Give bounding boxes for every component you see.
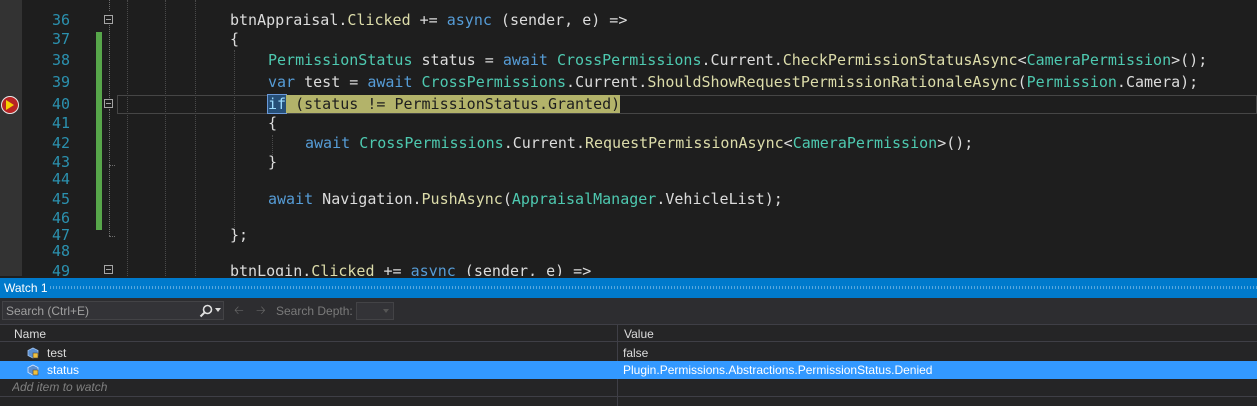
watch-window: 🡠 🡢 Search Depth: Name Value test false …	[0, 298, 1257, 406]
line-number: 45	[51, 190, 70, 208]
collapse-icon[interactable]	[104, 265, 113, 274]
code-line-41[interactable]: {	[268, 114, 277, 132]
search-box[interactable]	[2, 301, 224, 320]
code-line-49[interactable]: btnLogin.Clicked += async (sender, e) =>	[230, 262, 591, 276]
code-line-42[interactable]: await CrossPermissions.Current.RequestPe…	[305, 134, 973, 152]
indent-guide	[272, 135, 273, 155]
line-number: 49	[51, 262, 70, 276]
outline-line	[109, 166, 110, 236]
code-line-39[interactable]: var test = await CrossPermissions.Curren…	[268, 73, 1198, 91]
outline-line	[109, 25, 110, 98]
line-number: 46	[51, 209, 70, 227]
code-line-40-current-statement[interactable]: if (status != PermissionStatus.Granted)	[266, 94, 621, 114]
line-number: 43	[51, 153, 70, 171]
line-number: 36	[51, 11, 70, 29]
column-header-name[interactable]: Name	[14, 326, 46, 342]
outline-line	[109, 109, 110, 165]
add-item-to-watch-input[interactable]	[12, 379, 572, 395]
watch-header-row: Name Value	[0, 324, 1257, 342]
glyph-margin[interactable]	[0, 0, 22, 276]
line-number: 37	[51, 30, 70, 48]
collapse-icon[interactable]	[104, 15, 113, 24]
watch-window-title-bar[interactable]: Watch 1	[0, 278, 1257, 298]
search-input[interactable]	[6, 302, 196, 319]
code-line-38[interactable]: PermissionStatus status = await CrossPer…	[268, 51, 1207, 69]
arrow-right-icon[interactable]: 🡢	[256, 304, 266, 316]
field-icon	[27, 364, 39, 376]
breakpoint-current-statement-icon[interactable]	[1, 96, 19, 114]
watch-row-name: status	[47, 363, 80, 377]
line-number: 40	[51, 95, 70, 113]
watch-row[interactable]: test false	[0, 344, 1257, 362]
line-number: 42	[51, 134, 70, 152]
line-number: 44	[51, 170, 70, 188]
code-line-45[interactable]: await Navigation.PushAsync(AppraisalMana…	[268, 190, 783, 208]
code-line-36[interactable]: btnAppraisal.Clicked += async (sender, e…	[230, 11, 627, 29]
indent-guide	[127, 0, 128, 276]
indent-guide	[234, 50, 235, 230]
code-editor[interactable]: 36 37 38 39 40 41 42 43 44 45 46 47 48 4…	[0, 0, 1257, 276]
watch-toolbar: 🡠 🡢 Search Depth:	[0, 298, 1257, 324]
collapse-icon[interactable]	[104, 99, 113, 108]
line-number: 48	[51, 242, 70, 260]
search-icon[interactable]	[199, 304, 213, 318]
field-icon	[27, 347, 39, 359]
indent-guide	[165, 0, 166, 276]
add-watch-row[interactable]	[0, 378, 1257, 397]
chevron-down-icon[interactable]	[215, 308, 221, 312]
watch-row-value[interactable]: false	[623, 344, 648, 362]
change-tracking-bar	[96, 32, 102, 230]
column-header-value[interactable]: Value	[624, 326, 654, 342]
watch-row-value[interactable]: Plugin.Permissions.Abstractions.Permissi…	[623, 361, 932, 379]
outline-line	[109, 0, 110, 11]
arrow-left-icon[interactable]: 🡠	[234, 304, 244, 316]
search-depth-label: Search Depth:	[276, 304, 353, 318]
indent-guide	[195, 0, 196, 276]
line-number: 39	[51, 73, 70, 91]
line-number: 38	[51, 51, 70, 69]
watch-row-name: test	[47, 346, 67, 360]
code-line-37[interactable]: {	[230, 30, 239, 48]
watch-window-title: Watch 1	[4, 281, 48, 295]
code-line-43[interactable]: }	[268, 153, 277, 171]
line-number: 41	[51, 114, 70, 132]
search-depth-select[interactable]	[356, 302, 394, 320]
code-line-47[interactable]: };	[230, 226, 248, 244]
watch-row-selected[interactable]: status Plugin.Permissions.Abstractions.P…	[0, 361, 1257, 379]
outline-line	[109, 236, 115, 237]
